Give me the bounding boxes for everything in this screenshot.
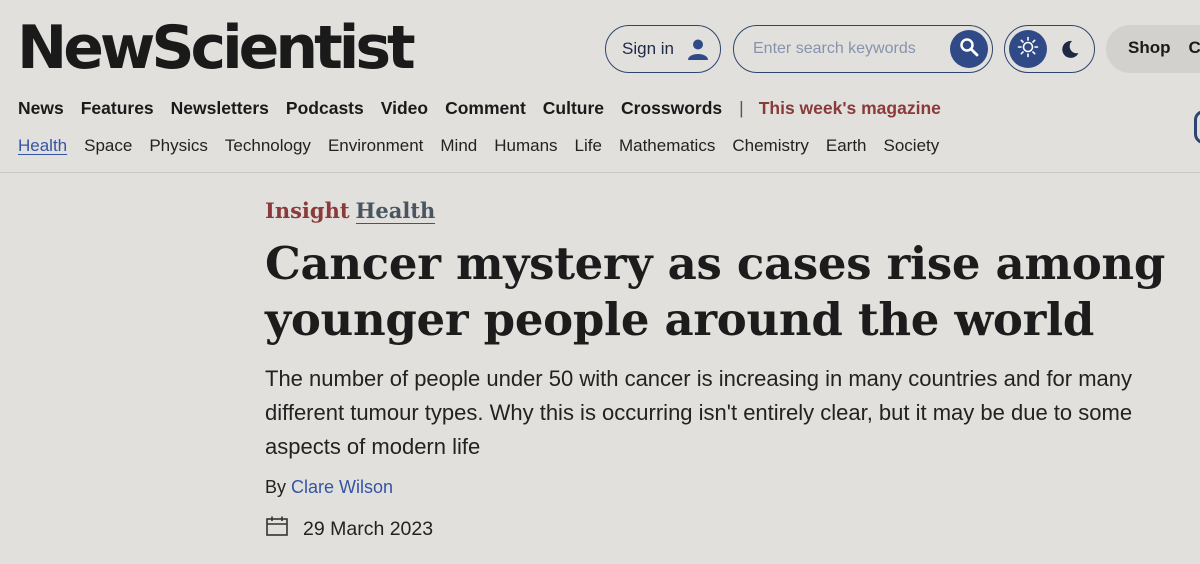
search-box	[733, 25, 993, 73]
topic-mathematics[interactable]: Mathematics	[619, 136, 715, 156]
nav-features[interactable]: Features	[81, 98, 154, 119]
topic-health[interactable]: Health	[18, 136, 67, 156]
topic-environment[interactable]: Environment	[328, 136, 423, 156]
nav-crosswords[interactable]: Crosswords	[621, 98, 722, 119]
main-navigation: News Features Newsletters Podcasts Video…	[18, 98, 958, 119]
topic-space[interactable]: Space	[84, 136, 132, 156]
theme-toggle[interactable]	[1004, 25, 1095, 73]
shop-link[interactable]: Shop	[1128, 38, 1171, 57]
topic-chemistry[interactable]: Chemistry	[732, 136, 809, 156]
nav-news[interactable]: News	[18, 98, 64, 119]
topic-physics[interactable]: Physics	[149, 136, 208, 156]
search-icon	[959, 37, 979, 62]
article-kicker: Insight Health	[265, 198, 436, 224]
article-byline: By Clare Wilson	[265, 477, 393, 498]
article-standfirst: The number of people under 50 with cance…	[265, 366, 1133, 459]
topic-technology[interactable]: Technology	[225, 136, 311, 156]
sign-in-label: Sign in	[622, 39, 674, 58]
date-text: 29 March 2023	[303, 517, 434, 540]
topic-navigation: Health Space Physics Technology Environm…	[18, 136, 956, 156]
nav-newsletters[interactable]: Newsletters	[171, 98, 269, 119]
nav-video[interactable]: Video	[381, 98, 428, 119]
sun-icon	[1017, 36, 1039, 63]
moon-icon[interactable]	[1059, 38, 1081, 65]
light-mode-button[interactable]	[1009, 30, 1047, 68]
article-headline: Cancer mystery as cases rise among young…	[265, 237, 1166, 346]
author-link[interactable]: Clare Wilson	[291, 477, 393, 497]
site-logo[interactable]: NewScientist	[17, 8, 416, 88]
topic-humans[interactable]: Humans	[494, 136, 557, 156]
nav-podcasts[interactable]: Podcasts	[286, 98, 364, 119]
user-icon	[686, 37, 710, 61]
search-input[interactable]	[751, 39, 943, 59]
topic-life[interactable]: Life	[575, 136, 602, 156]
topic-society[interactable]: Society	[884, 136, 940, 156]
nav-separator: |	[739, 98, 744, 118]
kicker-section-link[interactable]: Health	[355, 198, 436, 224]
kicker-type: Insight	[265, 198, 350, 223]
nav-this-weeks-magazine[interactable]: This week's magazine	[759, 98, 941, 119]
header-divider	[0, 172, 1200, 173]
nav-comment[interactable]: Comment	[445, 98, 526, 119]
article-date: 29 March 2023	[265, 515, 433, 543]
calendar-icon	[265, 515, 289, 543]
sign-in-button[interactable]: Sign in	[605, 25, 721, 73]
byline-prefix: By	[265, 477, 287, 497]
nav-culture[interactable]: Culture	[543, 98, 604, 119]
cutoff-nav-link[interactable]: Co	[1189, 38, 1200, 57]
shop-menu[interactable]: Shop Co	[1106, 25, 1200, 73]
search-button[interactable]	[950, 30, 988, 68]
nav-scroll-button[interactable]	[1194, 110, 1200, 144]
topic-earth[interactable]: Earth	[826, 136, 867, 156]
topic-mind[interactable]: Mind	[440, 136, 477, 156]
